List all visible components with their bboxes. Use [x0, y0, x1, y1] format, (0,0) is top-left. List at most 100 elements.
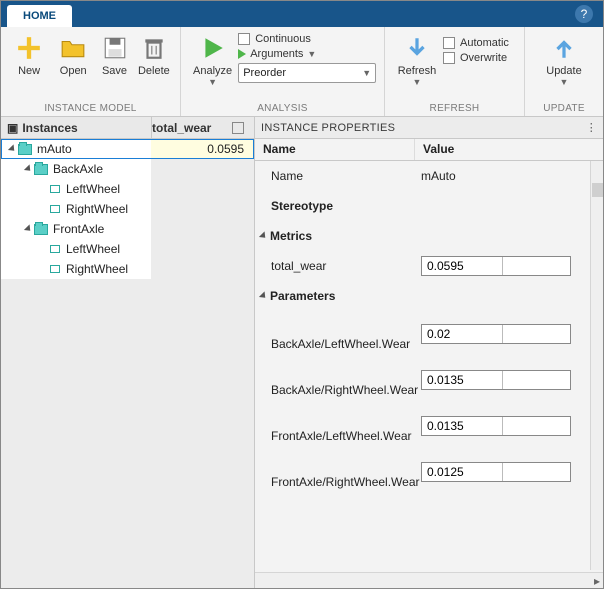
new-button[interactable]: New — [7, 31, 51, 77]
prop-col-name: Name — [255, 139, 415, 160]
tree-value — [151, 159, 254, 179]
unit-cell[interactable] — [502, 417, 570, 435]
value-input[interactable] — [422, 325, 502, 343]
new-label: New — [18, 65, 40, 77]
automatic-checkbox[interactable]: Automatic — [443, 37, 509, 49]
instances-tree: mAuto0.0595BackAxleLeftWheelRightWheelFr… — [1, 139, 254, 588]
tree-row[interactable]: RightWheel — [1, 199, 254, 219]
overwrite-checkbox[interactable]: Overwrite — [443, 52, 509, 64]
folder-icon — [34, 164, 48, 175]
prop-value — [415, 366, 603, 394]
more-icon[interactable]: ⋮ — [586, 121, 597, 134]
prop-row: Parameters — [255, 281, 603, 311]
scrollbar-horizontal[interactable]: ▸ — [255, 572, 603, 588]
value-input-wrap — [421, 256, 571, 276]
prop-key: Parameters — [255, 283, 415, 309]
prop-value — [415, 320, 603, 348]
checkbox-icon — [238, 33, 250, 45]
preorder-dropdown[interactable]: Preorder ▼ — [238, 63, 376, 83]
scroll-right-icon[interactable]: ▸ — [594, 574, 600, 588]
ribbon: New Open Save Delete INSTANCE MODEL Anal… — [1, 27, 603, 117]
prop-key: FrontAxle/RightWheel.Wear — [255, 469, 415, 495]
preorder-value: Preorder — [243, 67, 286, 79]
analyze-button[interactable]: Analyze ▼ — [187, 31, 238, 87]
refresh-down-icon — [404, 35, 430, 61]
continuous-label: Continuous — [255, 33, 311, 45]
tree-row[interactable]: RightWheel — [1, 259, 254, 279]
automatic-label: Automatic — [460, 37, 509, 49]
unit-cell[interactable] — [502, 371, 570, 389]
tab-home[interactable]: HOME — [7, 5, 72, 27]
expand-tri-icon[interactable] — [24, 224, 33, 233]
checkbox-icon — [443, 37, 455, 49]
chevron-down-icon: ▼ — [208, 77, 217, 87]
unit-cell[interactable] — [502, 257, 570, 275]
prop-key: Name — [255, 163, 415, 189]
prop-key: FrontAxle/LeftWheel.Wear — [255, 423, 415, 449]
value-input-wrap — [421, 462, 571, 482]
help-icon[interactable]: ? — [575, 5, 593, 23]
update-button[interactable]: Update ▼ — [538, 31, 590, 87]
tree-label: BackAxle — [53, 162, 103, 176]
checkbox-icon — [443, 52, 455, 64]
tree-value — [151, 239, 254, 259]
analyze-label: Analyze — [193, 65, 232, 77]
value-input[interactable] — [422, 463, 502, 481]
tree-value: 0.0595 — [151, 139, 254, 159]
trash-icon — [141, 35, 167, 61]
collapse-icon[interactable] — [259, 291, 268, 300]
instances-panel: ▣Instances total_wear mAuto0.0595BackAxl… — [1, 117, 255, 588]
tree-value — [151, 199, 254, 219]
update-up-icon — [551, 35, 577, 61]
collapse-icon[interactable] — [259, 231, 268, 240]
unit-cell[interactable] — [502, 463, 570, 481]
continuous-checkbox[interactable]: Continuous — [238, 33, 378, 45]
plus-icon — [16, 35, 42, 61]
refresh-label: Refresh — [398, 65, 437, 77]
scroll-thumb[interactable] — [592, 183, 603, 197]
tree-row[interactable]: mAuto 0.0595 — [1, 139, 254, 159]
value-input-wrap — [421, 324, 571, 344]
properties-header: INSTANCE PROPERTIES ⋮ — [255, 117, 603, 139]
refresh-button[interactable]: Refresh ▼ — [391, 31, 443, 87]
group-caption-analysis: ANALYSIS — [187, 101, 378, 116]
save-label: Save — [102, 65, 127, 77]
tree-value — [151, 219, 254, 239]
chevron-down-icon: ▼ — [413, 77, 422, 87]
expand-tri-icon[interactable] — [8, 144, 17, 153]
open-button[interactable]: Open — [51, 31, 95, 77]
tree-row[interactable]: FrontAxle — [1, 219, 254, 239]
expand-icon[interactable]: ▣ — [7, 121, 18, 135]
prop-key: Stereotype — [255, 193, 415, 219]
value-input[interactable] — [422, 371, 502, 389]
chevron-down-icon: ▼ — [560, 77, 569, 87]
tree-row[interactable]: LeftWheel — [1, 239, 254, 259]
prop-row: NamemAuto — [255, 161, 603, 191]
prop-value: mAuto — [415, 165, 603, 187]
scrollbar-vertical[interactable] — [590, 161, 603, 570]
tree-value — [151, 259, 254, 279]
properties-panel: INSTANCE PROPERTIES ⋮ Name Value NamemAu… — [255, 117, 603, 588]
save-button[interactable]: Save — [95, 31, 133, 77]
prop-key: Metrics — [255, 223, 415, 249]
delete-button[interactable]: Delete — [134, 31, 174, 77]
save-icon — [102, 35, 128, 61]
tree-row[interactable]: LeftWheel — [1, 179, 254, 199]
tree-label: mAuto — [37, 142, 72, 156]
group-caption-update: UPDATE — [531, 101, 597, 116]
value-input[interactable] — [422, 257, 502, 275]
total-wear-col-label: total_wear — [152, 121, 211, 135]
prop-row: FrontAxle/LeftWheel.Wear — [255, 403, 603, 449]
unit-cell[interactable] — [502, 325, 570, 343]
folder-open-icon — [60, 35, 86, 61]
group-update: Update ▼ UPDATE — [525, 27, 603, 116]
expand-tri-icon[interactable] — [24, 164, 33, 173]
group-caption-refresh: REFRESH — [391, 101, 518, 116]
tree-row[interactable]: BackAxle — [1, 159, 254, 179]
popout-icon[interactable] — [232, 122, 244, 134]
properties-title: INSTANCE PROPERTIES — [261, 122, 395, 134]
arguments-button[interactable]: Arguments ▼ — [238, 48, 378, 60]
overwrite-label: Overwrite — [460, 52, 507, 64]
value-input[interactable] — [422, 417, 502, 435]
prop-value — [415, 202, 603, 210]
